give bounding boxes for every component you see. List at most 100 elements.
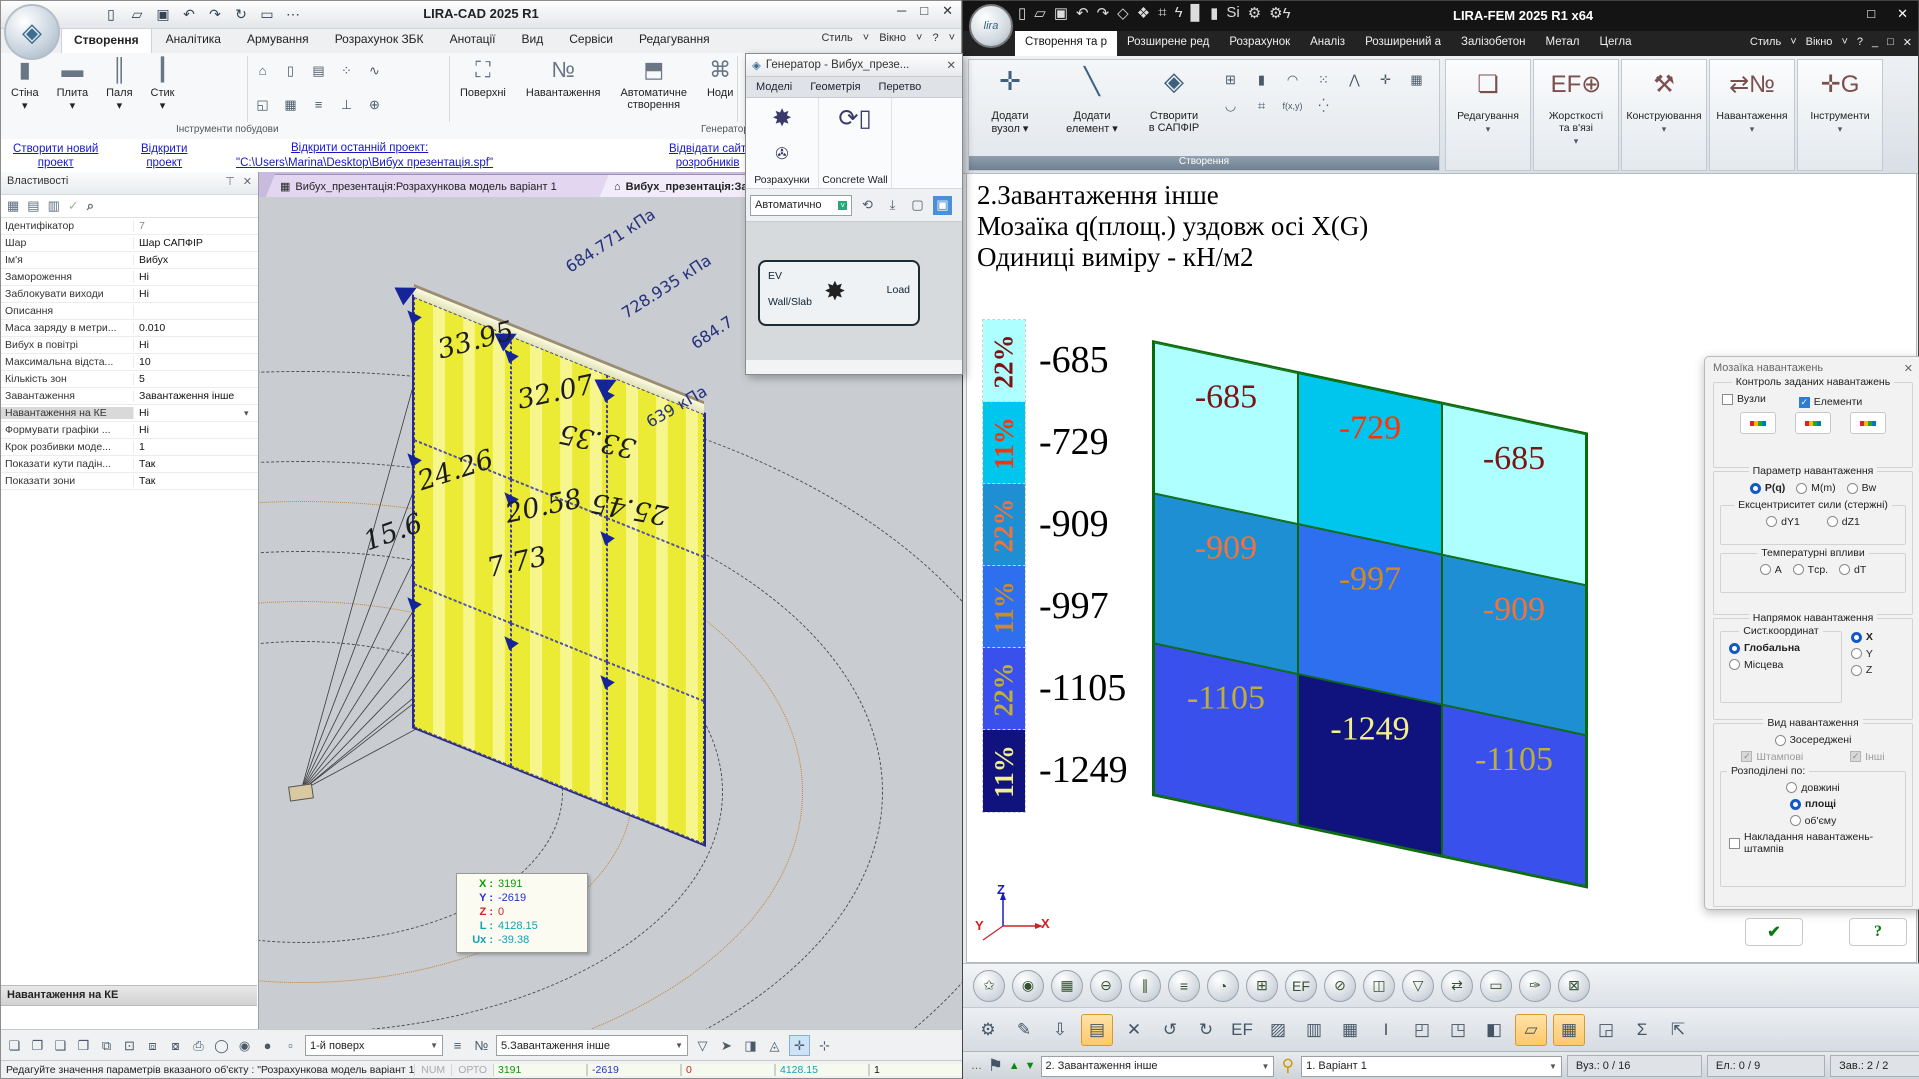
cursor-icon[interactable]: ➤ [717, 1036, 736, 1055]
create-in-sapfir-button[interactable]: ◈Створити в САПФІР [1135, 66, 1213, 134]
load-node[interactable]: EV Wall/Slab Load ✸ [758, 260, 920, 326]
gear-undo-icon[interactable]: ⚙ [973, 1015, 1003, 1045]
tab-Створення та р[interactable]: Створення та р [1015, 31, 1117, 56]
tab-Аналіз[interactable]: Аналіз [1300, 31, 1355, 56]
property-row[interactable]: ЗамороженняНі [1, 269, 258, 286]
floor-num-icon[interactable]: ⊡ [120, 1036, 139, 1055]
auto-mode-combo[interactable]: Автоматично˅ [750, 195, 852, 216]
pin-icon[interactable]: ⊤ [225, 175, 235, 188]
rotate-view-icon[interactable]: ◔ [1207, 970, 1239, 1002]
dt-radio[interactable]: dT [1839, 564, 1866, 576]
Плита-button[interactable]: ▬Плита▾ [53, 55, 93, 114]
Навантаження-panel[interactable]: ⇄№Навантаження▾ [1709, 59, 1795, 171]
overlay-checkbox[interactable]: Накладання навантажень-штампів [1729, 831, 1904, 855]
link-visit-site[interactable]: Відвідати сайт розробників [669, 142, 746, 171]
grid-dots-icon[interactable]: ⁛ [1314, 96, 1333, 115]
corner-element-icon[interactable]: ◳ [1443, 1015, 1473, 1045]
gear-run-icon[interactable]: ⚙ϟ [1269, 4, 1290, 22]
roof-icon[interactable]: ⌂ [253, 61, 272, 80]
mosaic-plate[interactable]: -685-729-685-909-997-909-1105-1249-1105 [1152, 340, 1588, 889]
fragment-swap-icon[interactable]: ⇄ [1441, 970, 1473, 1002]
property-row[interactable]: Крок розбивки моде...1 [1, 439, 258, 456]
x-radio[interactable]: X [1851, 631, 1873, 643]
tab-Вид[interactable]: Вид [510, 28, 556, 53]
contour-active-icon[interactable]: ▱ [1515, 1014, 1547, 1046]
floor-gear-icon[interactable]: ⧉ [97, 1036, 116, 1055]
pan-select-icon[interactable]: ◉ [1012, 970, 1044, 1002]
book-open-icon[interactable]: ⧈ [143, 1036, 162, 1055]
minimize-button[interactable]: ─ [897, 3, 906, 19]
window-grid-icon[interactable]: ▦ [281, 95, 300, 114]
apply-button[interactable]: ✔ [1745, 918, 1803, 946]
tab-Аналітика[interactable]: Аналітика [154, 28, 233, 53]
mesh-icon[interactable]: ▦ [1407, 70, 1426, 89]
node-graph-canvas[interactable]: EV Wall/Slab Load ✸ [746, 222, 962, 360]
save-icon[interactable]: ▣ [1054, 4, 1068, 22]
close-icon[interactable]: ✕ [1904, 362, 1913, 375]
i-beam-icon[interactable]: Ι [1371, 1015, 1401, 1045]
spline-icon[interactable]: ∿ [365, 61, 384, 80]
column-load-icon[interactable]: ▥ [1299, 1015, 1329, 1045]
categorize-icon[interactable]: ▦ [7, 198, 19, 214]
select-polygon-icon[interactable]: ✩ [973, 970, 1005, 1002]
Жорсткості-та в'язі-panel[interactable]: EF⊕Жорсткості та в'язі▾ [1533, 59, 1619, 171]
numbering-icon[interactable]: № [472, 1036, 491, 1055]
box-select-icon[interactable]: ⊠ [1558, 970, 1590, 1002]
tab-Цегла[interactable]: Цегла [1590, 31, 1642, 56]
move-node-icon[interactable]: ✛ [1376, 70, 1395, 89]
package-icon[interactable]: ❖ [1137, 4, 1150, 22]
tab-Розрахунок[interactable]: Розрахунок [1219, 31, 1300, 56]
dz1-radio[interactable]: dZ1 [1827, 516, 1860, 528]
more-icon[interactable]: … [971, 1060, 982, 1072]
panel-element-icon[interactable]: ◧ [1479, 1015, 1509, 1045]
help-menu[interactable]: ? [1857, 36, 1863, 49]
local-radio[interactable]: Місцева [1729, 659, 1783, 671]
truss-icon[interactable]: ⋀ [1345, 70, 1364, 89]
close-icon[interactable]: ✕ [243, 175, 252, 188]
mosaic-cell[interactable]: -997 [1298, 524, 1442, 705]
copy-floor-icon[interactable]: ❏ [5, 1036, 24, 1055]
volume-radio[interactable]: об'єму [1790, 815, 1837, 827]
node-link-icon[interactable]: ⊖ [1090, 970, 1122, 1002]
stairs-icon[interactable]: ≡ [309, 95, 328, 114]
maximize-button[interactable]: □ [1867, 6, 1875, 22]
style-menu[interactable]: Стиль [821, 32, 852, 44]
Інструменти-panel[interactable]: ✛GІнструменти▾ [1797, 59, 1883, 171]
bw-radio[interactable]: Bw [1847, 482, 1877, 494]
Ноди-button[interactable]: ⌘Ноди [703, 55, 737, 113]
property-row[interactable]: Маса заряду в метри...0.010 [1, 320, 258, 337]
paint-brush-icon[interactable]: ✑ [1519, 970, 1551, 1002]
slab-icon[interactable]: ◱ [253, 95, 272, 114]
Стик-button[interactable]: ┃Стик▾ [147, 55, 179, 114]
clip-plane-icon[interactable]: ⊘ [1324, 970, 1356, 1002]
brick-wall-icon[interactable]: ▦ [1335, 1015, 1365, 1045]
circle-add-icon[interactable]: ⊕ [365, 95, 384, 114]
tab-Редагування[interactable]: Редагування [627, 28, 722, 53]
dy1-radio[interactable]: dY1 [1766, 516, 1800, 528]
generator-tab-Перетво[interactable]: Перетво [879, 81, 922, 93]
node-small-icon[interactable]: ▫ [281, 1036, 300, 1055]
ef-view-icon[interactable]: EF [1285, 970, 1317, 1002]
property-row[interactable]: Ім'яВибух [1, 252, 258, 269]
mosaic-cell[interactable]: -1105 [1442, 705, 1586, 886]
lira-cad-logo-button[interactable]: ◈ [4, 4, 60, 60]
local-axes-12-icon[interactable]: ✕ [1119, 1015, 1149, 1045]
y-radio[interactable]: Y [1851, 648, 1873, 660]
floor-combo[interactable]: 1-й поверх▼ [305, 1035, 443, 1056]
stage-undo-icon[interactable]: ↺ [1155, 1015, 1185, 1045]
projection-view-icon[interactable]: ≡ [1168, 970, 1200, 1002]
load-case-combo[interactable]: 2. Завантаження інше▼ [1041, 1056, 1275, 1077]
fragment-2-6-icon[interactable]: ▤ [1081, 1014, 1113, 1046]
stamp-checkbox[interactable]: ✓Штампові [1741, 751, 1803, 763]
link-recent-project-path[interactable]: "C:\Users\Marina\Desktop\Вибух презентац… [236, 156, 493, 170]
property-row[interactable]: Показати зониТак [1, 473, 258, 490]
book-sync-icon[interactable]: ⧇ [166, 1036, 185, 1055]
checked-list-icon[interactable]: ▥ [48, 198, 60, 214]
lock-icon[interactable]: ▮ [1210, 4, 1218, 22]
axes-rotate-icon[interactable]: ⇱ [1663, 1015, 1693, 1045]
tab-Армування[interactable]: Армування [235, 28, 321, 53]
load-case-combo[interactable]: 5.Завантаження інше▼ [496, 1035, 688, 1056]
apply-icon[interactable]: ✓ [68, 198, 79, 214]
cube-icon[interactable]: ▢ [908, 196, 927, 215]
frame-grid-icon[interactable]: ⊞ [1221, 70, 1240, 89]
